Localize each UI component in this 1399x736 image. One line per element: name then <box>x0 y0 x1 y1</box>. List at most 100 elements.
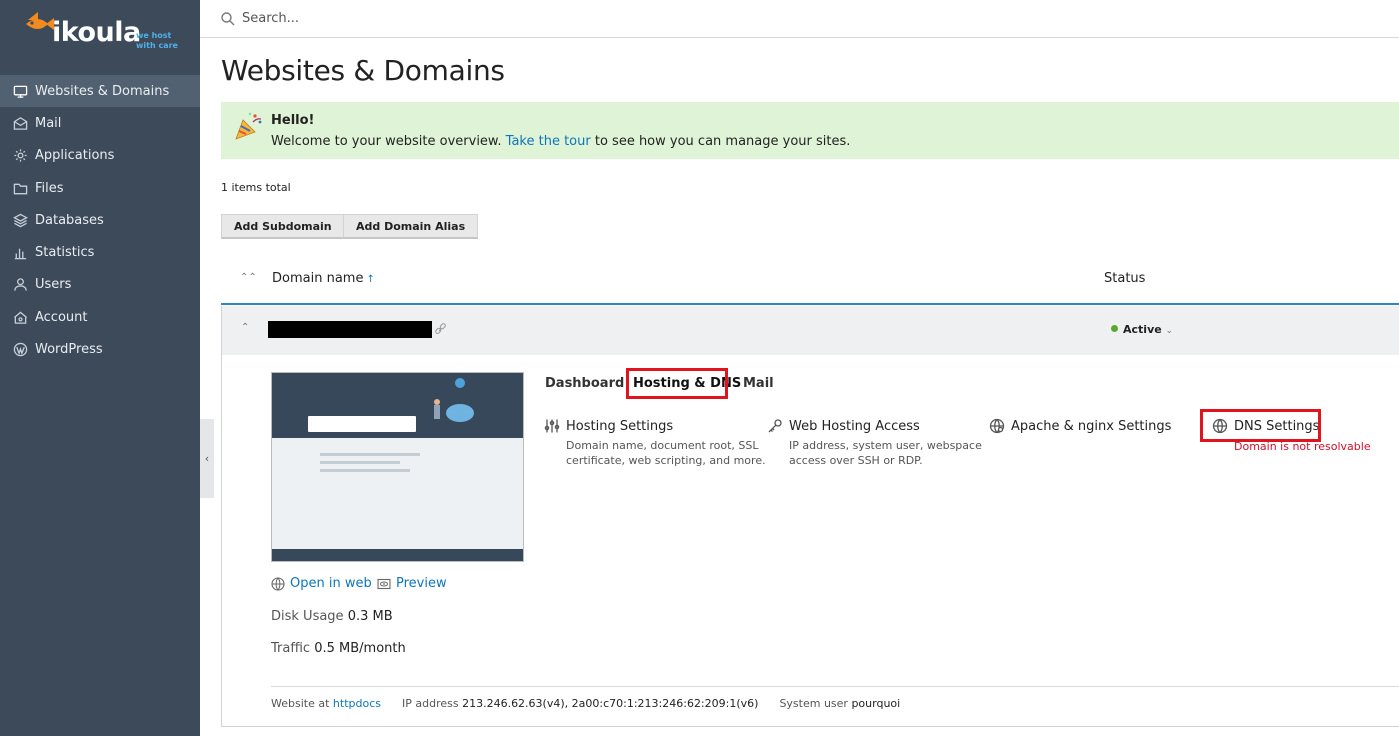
globe-icon <box>271 576 285 591</box>
web-hosting-access-description: IP address, system user, webspace access … <box>789 439 982 467</box>
globe-gear-icon <box>989 418 1005 434</box>
domain-row: ⌃ Active ⌄ <box>221 306 1399 355</box>
sidebar-item-wordpress[interactable]: WordPress <box>0 333 200 365</box>
ip-address-label: IP address <box>401 697 459 710</box>
sidebar-item-label: Websites & Domains <box>35 83 170 99</box>
add-subdomain-button[interactable]: Add Subdomain <box>221 214 345 239</box>
welcome-text-before: Welcome to your website overview. <box>271 134 502 149</box>
sliders-icon <box>544 419 560 433</box>
sidebar-item-label: Account <box>35 309 88 325</box>
sidebar-item-label: Statistics <box>35 245 95 261</box>
system-user-value: pourquoi <box>851 697 901 710</box>
welcome-title: Hello! <box>271 113 315 128</box>
chevron-down-icon: ⌄ <box>1165 326 1174 336</box>
folder-icon <box>12 180 29 197</box>
sidebar-item-label: Mail <box>35 115 62 131</box>
sidebar-item-label: WordPress <box>35 342 103 358</box>
thumbnail-footer <box>272 549 523 561</box>
hosting-settings-title[interactable]: Hosting Settings <box>544 418 766 434</box>
sidebar-item-account[interactable]: Account <box>0 301 200 333</box>
sidebar-item-statistics[interactable]: Statistics <box>0 236 200 268</box>
httpdocs-link[interactable]: httpdocs <box>333 697 381 710</box>
column-domain-name[interactable]: Domain name ↑ <box>272 271 375 286</box>
wordpress-icon <box>12 341 29 358</box>
apache-nginx-settings-title[interactable]: Apache & nginx Settings <box>989 418 1171 434</box>
open-in-web-link[interactable]: Open in web <box>271 576 372 591</box>
open-in-web-label: Open in web <box>290 576 372 591</box>
web-hosting-access-title[interactable]: Web Hosting Access <box>767 418 982 434</box>
brand-name: ikoula <box>52 17 141 48</box>
traffic-label: Traffic <box>271 641 311 656</box>
fish-logo-icon <box>26 12 54 30</box>
disk-usage: Disk Usage 0.3 MB <box>271 609 393 624</box>
sidebar-item-users[interactable]: Users <box>0 269 200 301</box>
tab-dashboard[interactable]: Dashboard <box>545 376 624 391</box>
website-screenshot-thumbnail[interactable] <box>271 372 524 562</box>
sidebar-item-databases[interactable]: Databases <box>0 204 200 236</box>
link-icon[interactable] <box>434 323 447 336</box>
web-hosting-access-label: Web Hosting Access <box>789 418 920 434</box>
user-icon <box>12 276 29 293</box>
sidebar-item-mail[interactable]: Mail <box>0 107 200 139</box>
hosting-settings-description: Domain name, document root, SSL certifica… <box>566 439 766 467</box>
sidebar-item-files[interactable]: Files <box>0 172 200 204</box>
sidebar-collapse-handle[interactable]: ‹ <box>200 419 214 498</box>
traffic: Traffic 0.5 MB/month <box>271 641 406 656</box>
sidebar-item-label: Users <box>35 277 72 293</box>
page-title: Websites & Domains <box>221 54 505 87</box>
account-icon <box>12 309 29 326</box>
sidebar-item-label: Databases <box>35 212 104 228</box>
welcome-text: Welcome to your website overview. Take t… <box>271 134 850 149</box>
disk-usage-label: Disk Usage <box>271 609 344 624</box>
sidebar: ikoula we host with care Websites & Domai… <box>0 0 200 736</box>
ip-address-value: 213.246.62.63(v4), 2a00:c70:1:213:246:62… <box>462 697 759 710</box>
status-dot-icon <box>1111 325 1118 332</box>
search-input[interactable] <box>242 11 642 26</box>
take-the-tour-link[interactable]: Take the tour <box>506 134 591 149</box>
sidebar-item-label: Files <box>35 180 64 196</box>
database-icon <box>12 212 29 229</box>
apache-nginx-settings-label: Apache & nginx Settings <box>1011 418 1172 434</box>
server-illustration-icon <box>434 378 474 422</box>
sidebar-item-label: Applications <box>35 148 115 164</box>
search-icon <box>220 11 236 27</box>
monitor-icon <box>12 83 29 100</box>
sidebar-item-websites-domains[interactable]: Websites & Domains <box>0 75 200 108</box>
domains-table-header: ⌃⌃ Domain name ↑ Status <box>221 259 1399 305</box>
collapse-row-icon[interactable]: ⌃ <box>241 322 249 333</box>
redacted-domain-name[interactable] <box>268 321 432 338</box>
chevron-left-icon: ‹ <box>204 452 210 465</box>
apache-nginx-settings[interactable]: Apache & nginx Settings <box>989 418 1171 434</box>
preview-link[interactable]: Preview <box>377 576 447 591</box>
ikoula-logo[interactable]: ikoula we host with care <box>24 10 184 50</box>
domain-info-footer: Website at httpdocs IP address 213.246.6… <box>271 686 1399 710</box>
sidebar-nav: Websites & Domains Mail Applications Fil… <box>0 75 200 366</box>
website-at-label: Website at <box>271 697 330 710</box>
status-label: Active <box>1123 323 1162 336</box>
sort-ascending-icon: ↑ <box>366 274 375 285</box>
add-domain-alias-button[interactable]: Add Domain Alias <box>343 214 479 239</box>
top-bar <box>200 0 1399 38</box>
preview-label: Preview <box>396 576 447 591</box>
web-hosting-access[interactable]: Web Hosting Access IP address, system us… <box>767 418 982 468</box>
eye-icon <box>377 578 391 589</box>
bar-chart-icon <box>12 244 29 261</box>
welcome-banner: Hello! Welcome to your website overview.… <box>221 102 1399 159</box>
party-popper-icon <box>235 112 262 140</box>
column-status[interactable]: Status <box>1104 271 1145 286</box>
items-total: 1 items total <box>221 181 291 194</box>
brand-tagline: we host with care <box>136 31 178 50</box>
dns-error-message: Domain is not resolvable <box>1234 440 1371 453</box>
dns-settings-highlight <box>1200 409 1321 442</box>
disk-usage-value: 0.3 MB <box>347 609 393 624</box>
welcome-text-after: to see how you can manage your sites. <box>594 134 851 149</box>
tab-mail[interactable]: Mail <box>743 376 774 391</box>
thumbnail-card <box>308 416 416 432</box>
hosting-settings[interactable]: Hosting Settings Domain name, document r… <box>544 418 766 468</box>
status-dropdown[interactable]: Active ⌄ <box>1111 323 1173 336</box>
system-user-label: System user <box>779 697 848 710</box>
collapse-all-icon[interactable]: ⌃⌃ <box>240 272 257 283</box>
mail-icon <box>12 115 29 132</box>
hosting-settings-label: Hosting Settings <box>566 418 674 434</box>
sidebar-item-applications[interactable]: Applications <box>0 140 200 172</box>
